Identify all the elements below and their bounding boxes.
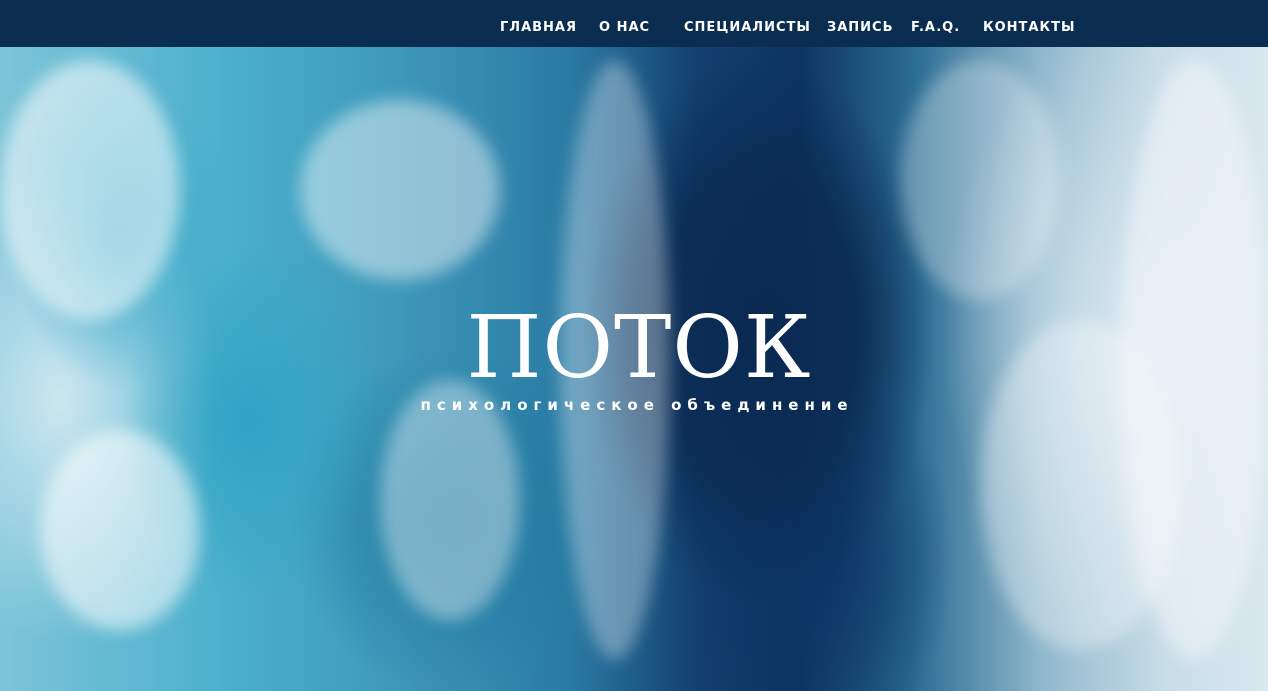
foam-decoration [380, 380, 520, 620]
foam-decoration [40, 430, 200, 630]
foam-decoration [0, 60, 180, 320]
nav-item-contacts[interactable]: КОНТАКТЫ [983, 20, 1075, 35]
foam-decoration [300, 100, 500, 280]
brand-title: ПОТОК [466, 298, 812, 398]
nav-item-home[interactable]: ГЛАВНАЯ [500, 20, 577, 35]
top-navbar: ГЛАВНАЯ О НАС СПЕЦИАЛИСТЫ ЗАПИСЬ F.A.Q. … [0, 0, 1268, 47]
nav-item-about[interactable]: О НАС [599, 20, 650, 35]
page: ГЛАВНАЯ О НАС СПЕЦИАЛИСТЫ ЗАПИСЬ F.A.Q. … [0, 0, 1268, 691]
brand-subtitle: психологическое объединение [420, 396, 854, 414]
nav-item-appointment[interactable]: ЗАПИСЬ [827, 20, 894, 35]
foam-decoration [900, 60, 1060, 300]
brand-block: ПОТОК психологическое объединение [0, 300, 1268, 414]
nav-item-specialists[interactable]: СПЕЦИАЛИСТЫ [684, 20, 811, 35]
nav-item-faq[interactable]: F.A.Q. [911, 20, 960, 35]
